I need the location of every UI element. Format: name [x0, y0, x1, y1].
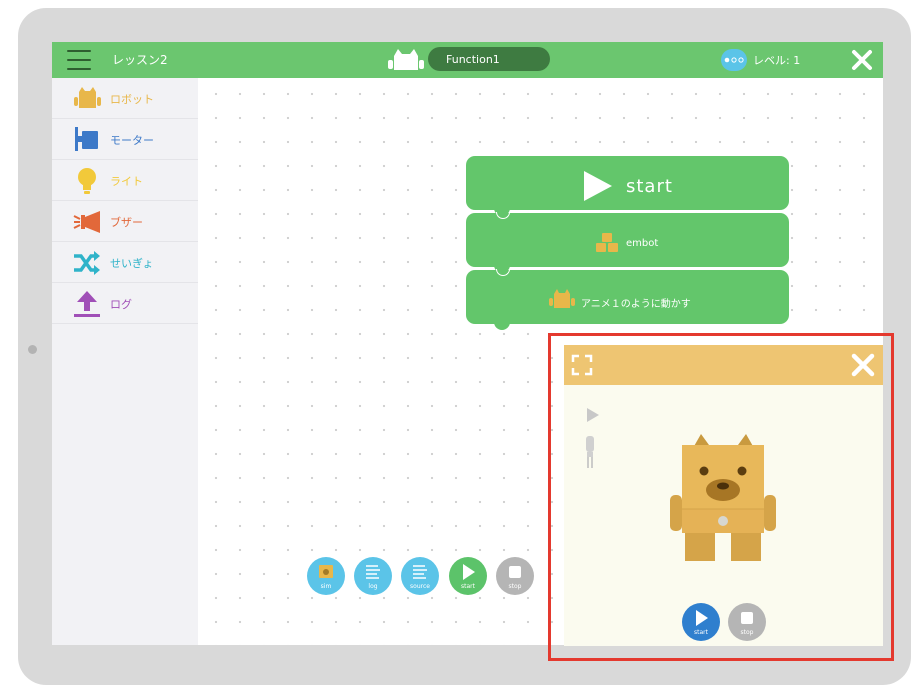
- embot-block-label: embot: [626, 238, 659, 249]
- sidebar-item-buzzer[interactable]: ブザー: [52, 201, 198, 242]
- robot-icon: [549, 289, 575, 308]
- sim-button[interactable]: sim: [307, 557, 345, 595]
- play-icon: [463, 564, 475, 580]
- source-button-label: source: [410, 583, 430, 590]
- lesson-title: レッスン2: [112, 53, 168, 67]
- document-icon: [366, 565, 380, 579]
- sidebar-item-label: ブザー: [110, 216, 143, 229]
- sidebar-item-log[interactable]: ログ: [52, 283, 198, 324]
- sidebar-item-label: ログ: [110, 298, 132, 311]
- log-button[interactable]: log: [354, 557, 392, 595]
- sidebar-item-label: モーター: [110, 134, 154, 147]
- robot-icon: [319, 565, 333, 578]
- anime-block[interactable]: アニメ１のように動かす: [466, 269, 789, 330]
- sidebar-item-label: ロボット: [110, 93, 154, 106]
- stop-button-label: stop: [508, 583, 522, 590]
- top-bar: レッスン2 Function1 レベル: 1: [52, 42, 883, 78]
- stop-icon: [509, 566, 521, 578]
- sidebar-item-control[interactable]: せいぎょ: [52, 242, 198, 283]
- sidebar-item-robot[interactable]: ロボット: [52, 78, 198, 119]
- shuffle-icon: [74, 251, 100, 275]
- function-name-selector[interactable]: Function1: [428, 47, 550, 71]
- block-connector: [494, 320, 510, 330]
- sidebar-item-light[interactable]: ライト: [52, 160, 198, 201]
- play-icon: [584, 171, 612, 201]
- robot-icon: [74, 87, 101, 108]
- document-icon: [413, 565, 427, 579]
- hamburger-menu-icon[interactable]: [67, 50, 91, 70]
- block-connector: [496, 269, 510, 276]
- source-button[interactable]: source: [401, 557, 439, 595]
- light-bulb-icon: [78, 168, 96, 194]
- block-category-sidebar: ロボット モーター ライト ブザー せいぎょ ログ: [52, 78, 198, 645]
- start-button-label: start: [461, 583, 475, 590]
- sidebar-item-label: ライト: [110, 175, 143, 188]
- buzzer-icon: [73, 211, 100, 233]
- anime-block-label: アニメ１のように動かす: [581, 299, 691, 310]
- sidebar-item-label: せいぎょ: [110, 257, 154, 270]
- upload-arrow-icon: [74, 291, 100, 317]
- start-block-label: start: [626, 176, 673, 197]
- level-label: レベル: 1: [753, 54, 801, 67]
- embot-block[interactable]: embot: [466, 212, 789, 273]
- embot-cat-icon: [388, 49, 424, 70]
- close-icon[interactable]: [850, 48, 874, 72]
- stop-button[interactable]: stop: [496, 557, 534, 595]
- log-button-label: log: [368, 583, 378, 590]
- start-block[interactable]: start: [466, 156, 789, 216]
- sidebar-item-motor[interactable]: モーター: [52, 119, 198, 160]
- sim-button-label: sim: [320, 583, 332, 590]
- highlight-frame: [548, 333, 894, 661]
- start-button[interactable]: start: [449, 557, 487, 595]
- level-indicator-icon: [721, 49, 747, 71]
- embot-boxes-icon: [596, 233, 618, 252]
- motor-icon: [75, 127, 98, 151]
- block-connector: [496, 212, 510, 219]
- tablet-camera-dot: [28, 345, 37, 354]
